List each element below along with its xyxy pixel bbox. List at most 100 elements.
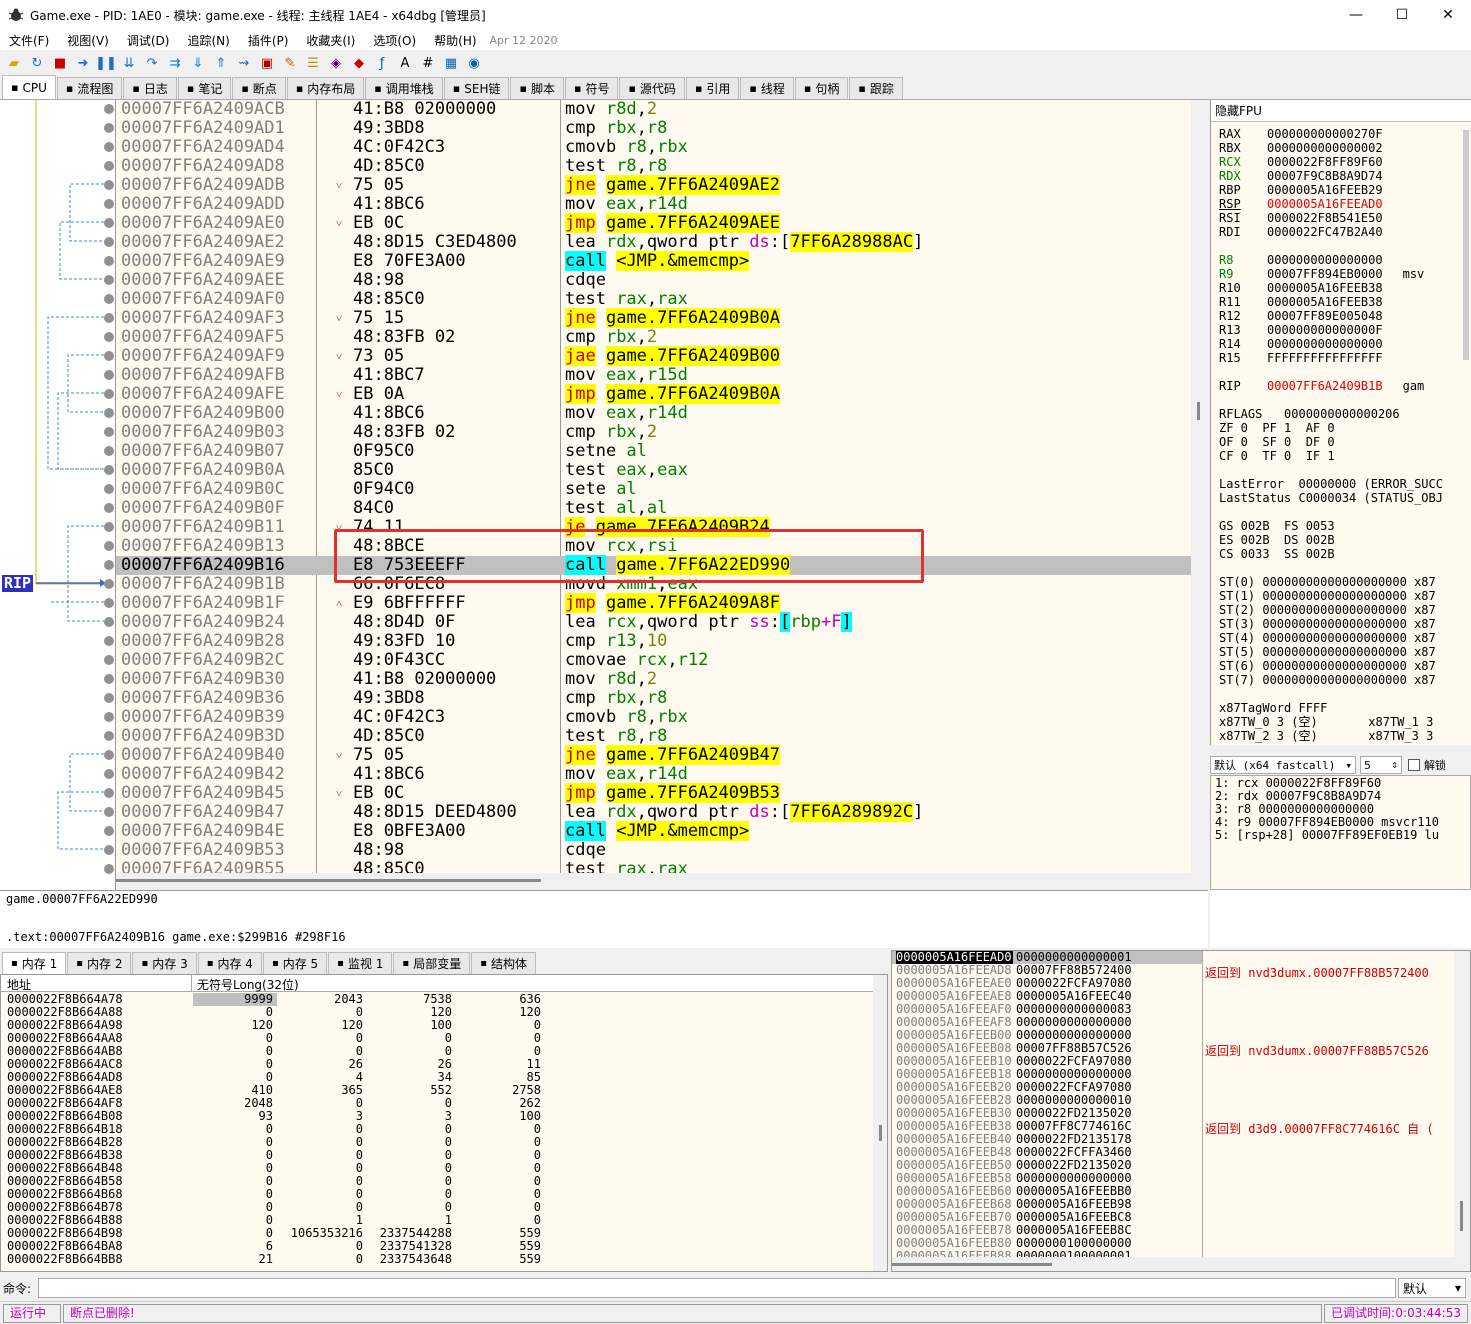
disasm-row[interactable]: 00007FF6A2409AF3 ˅ 75 15 jne game.7FF6A2409…: [116, 308, 1191, 328]
register-line[interactable]: ES 002B DS 002B: [1219, 533, 1335, 547]
stack-row[interactable]: 0000005A16FEEB08 00007FF88B57C526 返回到 nvd3…: [892, 1042, 1452, 1059]
register-line[interactable]: ST(2) 00000000000000000000 x87: [1219, 603, 1436, 617]
menu-item-5[interactable]: 收藏夹(I): [297, 32, 364, 49]
dump-row[interactable]: 0000022F8B664B48 0 0 0 0: [1, 1162, 871, 1175]
register-line[interactable]: x87TagWord FFFF: [1219, 701, 1327, 715]
tab-10[interactable]: ▪ 源代码: [619, 77, 685, 99]
breakpoint-dot[interactable]: [104, 731, 114, 741]
breakpoint-dot[interactable]: [104, 294, 114, 304]
disasm-row[interactable]: 00007FF6A2409AFE ˅ EB 0A jmp game.7FF6A2409…: [116, 384, 1191, 404]
arguments-panel[interactable]: 1: rcx 0000022F8FF89F60 2: rdx 00007F9C8B…: [1210, 775, 1471, 890]
register-line[interactable]: RDX 00007F9C8B8A9D74: [1219, 169, 1383, 183]
register-line[interactable]: RFLAGS 0000000000000206: [1219, 407, 1400, 421]
dump-row[interactable]: 0000022F8B664AF8 2048 0 0 262: [1, 1097, 871, 1110]
breakpoint-dot[interactable]: [104, 636, 114, 646]
breakpoint-dot[interactable]: [104, 256, 114, 266]
register-line[interactable]: CF 0 TF 0 IF 1: [1219, 449, 1335, 463]
tab-0[interactable]: ▪ CPU: [2, 75, 56, 99]
dump-row[interactable]: 0000022F8B664B78 0 0 0 0: [1, 1201, 871, 1214]
disasm-row[interactable]: 00007FF6A2409B42 41:8BC6 mov eax,r14d: [116, 765, 1191, 784]
disasm-row[interactable]: 00007FF6A2409B24 48:8D4D 0F lea rcx,qword …: [116, 612, 1191, 632]
dump-row[interactable]: 0000022F8B664B28 0 0 0 0: [1, 1136, 871, 1149]
register-line[interactable]: [1219, 463, 1267, 477]
patch-icon[interactable]: ✎: [280, 53, 300, 73]
argument-line[interactable]: 5: [rsp+28] 00007FF89EF0EB19 lu: [1215, 829, 1439, 842]
disasm-row[interactable]: 00007FF6A2409AE0 ˅ EB 0C jmp game.7FF6A2409…: [116, 213, 1191, 233]
stack-hscrollbar[interactable]: [892, 1257, 1470, 1271]
disasm-row[interactable]: 00007FF6A2409AF0 48:85C0 test rax,rax: [116, 290, 1191, 309]
menu-item-0[interactable]: 文件(F): [0, 32, 58, 49]
dump-tab-0[interactable]: ▪ 内存 1: [2, 952, 67, 974]
register-line[interactable]: [1219, 505, 1267, 519]
register-line[interactable]: RSP 0000005A16FEEAD0: [1219, 197, 1383, 211]
register-line[interactable]: ST(3) 00000000000000000000 x87: [1219, 617, 1436, 631]
breakpoint-dot[interactable]: [104, 313, 114, 323]
disasm-row[interactable]: 00007FF6A2409AD8 4D:85C0 test r8,r8: [116, 157, 1191, 176]
dump-row[interactable]: 0000022F8B664B68 0 0 0 0: [1, 1188, 871, 1201]
stack-row[interactable]: 0000005A16FEEAD0 0000000000000001: [892, 951, 1452, 964]
register-line[interactable]: ZF 0 PF 1 AF 0: [1219, 421, 1335, 435]
register-line[interactable]: x87TW_0 3 (空) x87TW_1 3: [1219, 715, 1433, 729]
disasm-row[interactable]: 00007FF6A2409B00 41:8BC6 mov eax,r14d: [116, 404, 1191, 423]
dump-tab-4[interactable]: ▪ 内存 5: [262, 952, 328, 974]
breakpoint-dot[interactable]: [104, 123, 114, 133]
dump-row[interactable]: 0000022F8B664AA8 0 0 0 0: [1, 1032, 871, 1045]
tab-13[interactable]: ▪ 句柄: [794, 77, 849, 99]
breakpoint-dot[interactable]: [104, 769, 114, 779]
disasm-row[interactable]: 00007FF6A2409AE2 48:8D15 C3ED4800 lea rdx,…: [116, 232, 1191, 252]
tab-12[interactable]: ▪ 线程: [740, 77, 794, 99]
calling-convention-select[interactable]: 默认 (x64 fastcall) ▾: [1210, 756, 1356, 774]
breakpoint-dot[interactable]: [104, 693, 114, 703]
register-scrollbar[interactable]: [1463, 130, 1469, 360]
menu-item-3[interactable]: 追踪(N): [178, 32, 238, 49]
tab-9[interactable]: ▪ 符号: [564, 77, 619, 99]
breakpoint-dot[interactable]: [104, 598, 114, 608]
stack-row[interactable]: 0000005A16FEEB28 0000000000000010: [892, 1094, 1452, 1107]
stack-row[interactable]: 0000005A16FEEB18 0000000000000000: [892, 1068, 1452, 1081]
disasm-row[interactable]: 00007FF6A2409B0A 85C0 test eax,eax: [116, 461, 1191, 480]
disasm-row[interactable]: 00007FF6A2409AE9 E8 70FE3A00 call <JMP.&me…: [116, 251, 1191, 271]
stack-row[interactable]: 0000005A16FEEB30 0000022FD2135020: [892, 1107, 1452, 1120]
disasm-row[interactable]: 00007FF6A2409B40 ˅ 75 05 jne game.7FF6A2409…: [116, 745, 1191, 765]
stack-row[interactable]: 0000005A16FEEB40 0000022FD2135178: [892, 1133, 1452, 1146]
register-line[interactable]: RSI 0000022F8B541E50: [1219, 211, 1383, 225]
step-into-icon[interactable]: ⇊: [119, 53, 139, 73]
step-over-icon[interactable]: ↷: [142, 53, 162, 73]
register-line[interactable]: RBX 0000000000000002: [1219, 141, 1383, 155]
breakpoint-dot[interactable]: [104, 351, 114, 361]
dump-tab-1[interactable]: ▪ 内存 2: [67, 952, 132, 974]
breakpoint-dot[interactable]: [104, 275, 114, 285]
disassembly-view[interactable]: 00007FF6A2409ACB 41:B8 02000000 mov r8d,2 0…: [116, 100, 1208, 890]
menu-item-1[interactable]: 视图(V): [58, 32, 118, 49]
stack-row[interactable]: 0000005A16FEEB20 0000022FCFA97080: [892, 1081, 1452, 1094]
tab-8[interactable]: ▪ 脚本: [510, 77, 564, 99]
disasm-row[interactable]: 00007FF6A2409B36 49:3BD8 cmp rbx,r8: [116, 689, 1191, 708]
register-line[interactable]: [1219, 561, 1267, 575]
disasm-row[interactable]: 00007FF6A2409B3D 4D:85C0 test r8,r8: [116, 727, 1191, 746]
disasm-row[interactable]: 00007FF6A2409AD1 49:3BD8 cmp rbx,r8: [116, 119, 1191, 138]
breakpoint-dot[interactable]: [104, 541, 114, 551]
register-line[interactable]: RCX 0000022F8FF89F60: [1219, 155, 1383, 169]
register-line[interactable]: ST(0) 00000000000000000000 x87: [1219, 575, 1436, 589]
disasm-row[interactable]: 00007FF6A2409ADB ˅ 75 05 jne game.7FF6A2409…: [116, 175, 1191, 195]
disasm-row[interactable]: 00007FF6A2409AFB 41:8BC7 mov eax,r15d: [116, 366, 1191, 385]
register-line[interactable]: OF 0 SF 0 DF 0: [1219, 435, 1335, 449]
disasm-row[interactable]: 00007FF6A2409B03 48:83FB 02 cmp rbx,2: [116, 423, 1191, 442]
pause-icon[interactable]: ❚❚: [95, 53, 117, 73]
menu-item-6[interactable]: 选项(O): [364, 32, 425, 49]
breakpoint-dot[interactable]: [104, 370, 114, 380]
register-line[interactable]: LastError 00000000 (ERROR_SUCC: [1219, 477, 1443, 491]
execute-till-return-icon[interactable]: ⇑: [211, 53, 231, 73]
disasm-row[interactable]: 00007FF6A2409AF5 48:83FB 02 cmp rbx,2: [116, 328, 1191, 347]
register-line[interactable]: LastStatus C0000034 (STATUS_OBJ: [1219, 491, 1443, 505]
stack-vscrollbar[interactable]: [1454, 951, 1470, 1257]
breakpoint-dot[interactable]: [104, 332, 114, 342]
tab-5[interactable]: ▪ 内存布局: [286, 77, 365, 99]
disasm-row[interactable]: 00007FF6A2409B2C 49:0F43CC cmovae rcx,r12: [116, 651, 1191, 670]
run-to-user-code-icon[interactable]: ⇝: [234, 53, 254, 73]
breakpoint-dot[interactable]: [104, 750, 114, 760]
stack-row[interactable]: 0000005A16FEEB10 0000022FCFA97080: [892, 1055, 1452, 1068]
disasm-row[interactable]: 00007FF6A2409B39 4C:0F42C3 cmovb r8,rbx: [116, 708, 1191, 727]
disasm-row[interactable]: 00007FF6A2409B30 41:B8 02000000 mov r8d,2: [116, 670, 1191, 689]
labels-icon[interactable]: ◈: [326, 53, 346, 73]
